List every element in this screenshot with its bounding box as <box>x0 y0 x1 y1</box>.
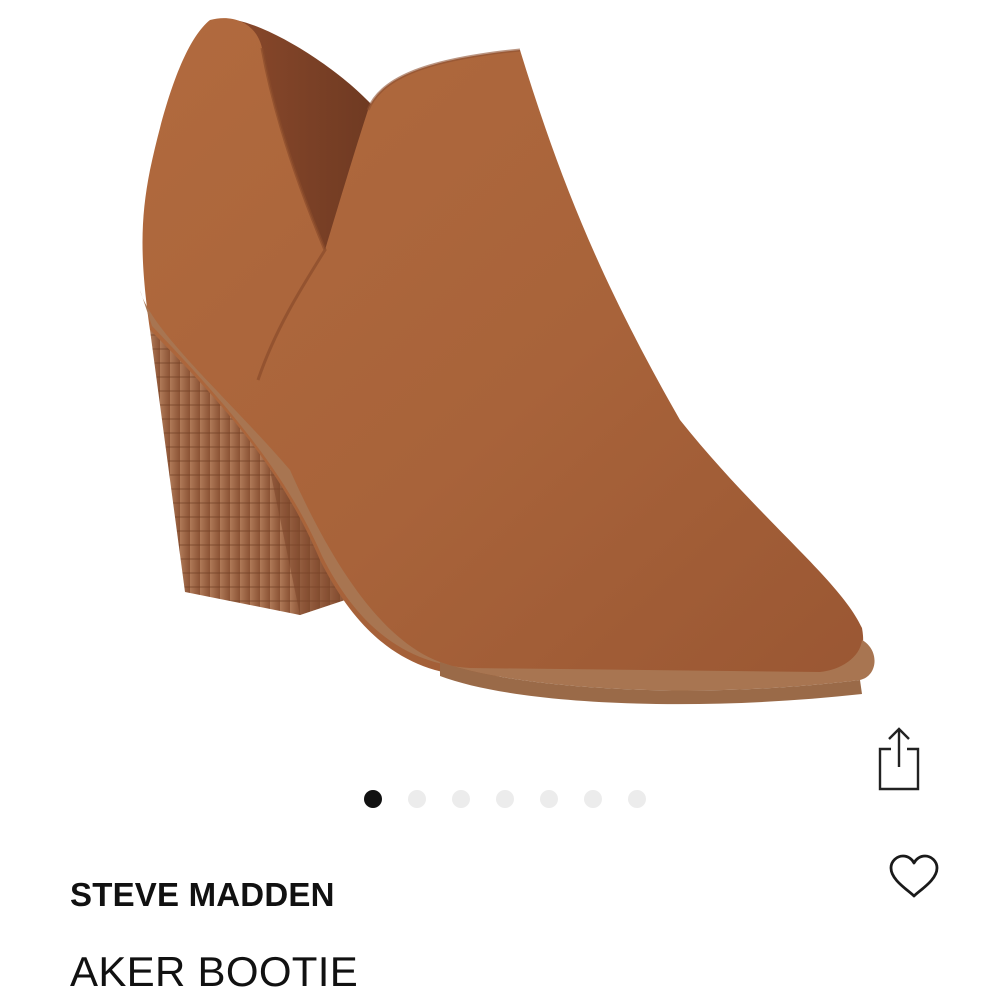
share-icon <box>878 727 920 791</box>
favorite-button[interactable] <box>884 848 944 906</box>
carousel-dot-5[interactable] <box>540 790 558 808</box>
product-brand[interactable]: STEVE MADDEN <box>70 876 335 914</box>
carousel-dot-7[interactable] <box>628 790 646 808</box>
carousel-dot-4[interactable] <box>496 790 514 808</box>
heart-icon <box>889 854 939 898</box>
product-image[interactable] <box>0 0 1000 760</box>
carousel-dot-6[interactable] <box>584 790 602 808</box>
image-carousel-dots <box>0 790 1000 808</box>
product-title: AKER BOOTIE <box>70 948 359 995</box>
carousel-dot-3[interactable] <box>452 790 470 808</box>
share-button[interactable] <box>868 720 930 796</box>
carousel-dot-2[interactable] <box>408 790 426 808</box>
carousel-dot-1[interactable] <box>364 790 382 808</box>
boot-illustration <box>140 18 875 705</box>
